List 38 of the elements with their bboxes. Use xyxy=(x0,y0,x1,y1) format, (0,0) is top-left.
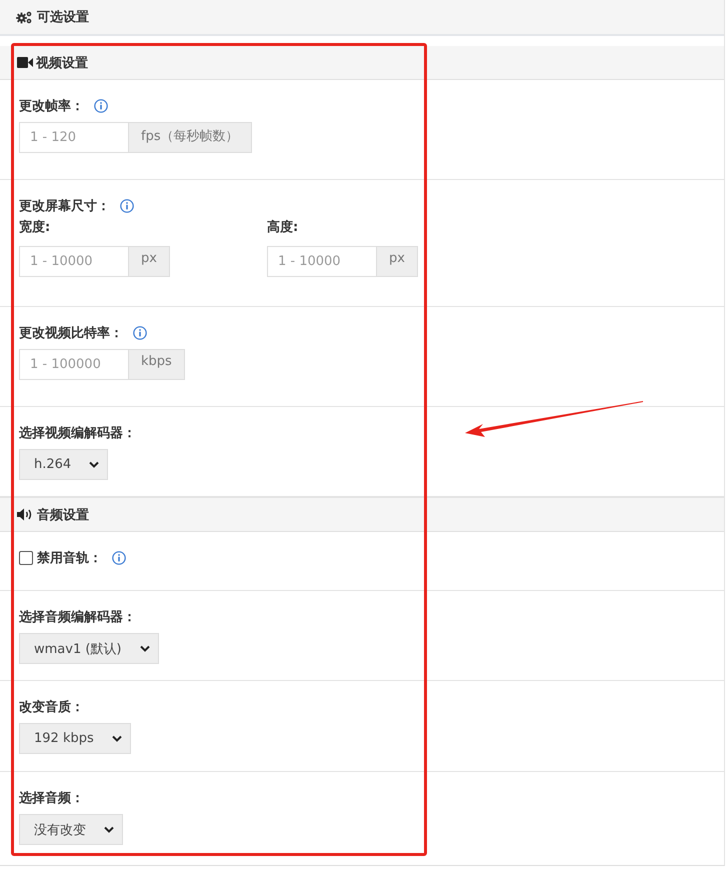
checkbox[interactable] xyxy=(19,551,33,565)
field-label: 更改视频比特率： xyxy=(19,324,123,342)
info-icon[interactable] xyxy=(94,99,108,113)
number-input[interactable]: 1 - 100000 xyxy=(19,349,129,380)
info-icon[interactable] xyxy=(112,551,126,565)
caret-icon xyxy=(112,735,122,742)
dropdown[interactable]: h.264 xyxy=(19,449,108,480)
section-title: 音频设置 xyxy=(37,506,89,524)
speaker-icon xyxy=(17,508,34,521)
panel-title: 可选设置 xyxy=(37,9,89,26)
number-input[interactable]: 1 - 10000 xyxy=(19,246,129,277)
video-camera-icon xyxy=(17,57,33,68)
caret-icon xyxy=(89,461,100,468)
info-icon[interactable] xyxy=(120,199,134,213)
gears-icon xyxy=(16,10,32,24)
number-input[interactable]: 1 - 120 xyxy=(19,122,129,153)
arrow-icon xyxy=(465,400,645,438)
section-title: 视频设置 xyxy=(36,54,88,72)
unit-addon: kbps xyxy=(129,349,185,380)
info-icon[interactable] xyxy=(133,326,147,340)
field-label: 改变音质： xyxy=(19,698,84,716)
field-label: 选择音频编解码器： xyxy=(19,608,136,626)
caret-icon xyxy=(140,645,150,652)
unit-addon: px xyxy=(129,246,170,277)
unit-addon: fps（每秒帧数） xyxy=(129,122,252,153)
field-label: 禁用音轨： xyxy=(37,550,102,567)
dropdown[interactable]: wmav1 (默认) xyxy=(19,633,159,664)
field-label: 更改屏幕尺寸： xyxy=(19,198,110,215)
caret-icon xyxy=(104,826,114,833)
unit-addon: px xyxy=(377,246,418,277)
dropdown[interactable]: 192 kbps xyxy=(19,723,131,754)
field-label: 选择音频： xyxy=(19,790,84,807)
field-label: 高度: xyxy=(267,218,300,237)
field-label: 宽度: xyxy=(19,218,52,237)
number-input[interactable]: 1 - 10000 xyxy=(267,246,377,277)
field-label: 更改帧率： xyxy=(19,98,84,115)
field-label: 选择视频编解码器： xyxy=(19,424,136,442)
dropdown[interactable]: 没有改变 xyxy=(19,814,123,845)
